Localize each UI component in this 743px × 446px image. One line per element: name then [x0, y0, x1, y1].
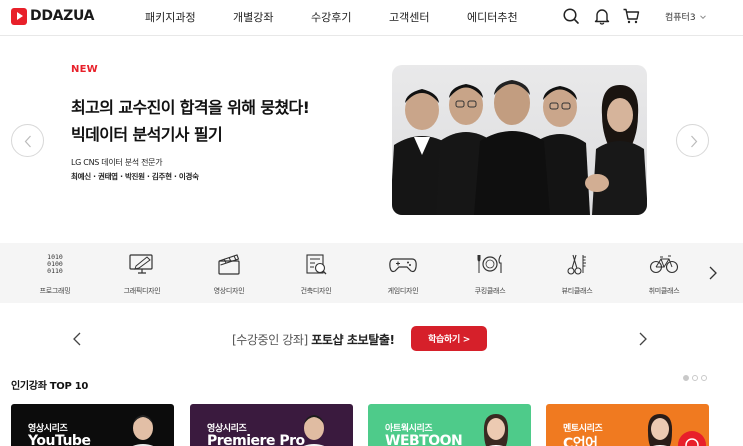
category-label: 취미클래스	[648, 287, 680, 295]
card-title: Premiere Pro	[207, 433, 305, 446]
category-label: 게임디자인	[387, 287, 419, 295]
course-card[interactable]: 영상시리즈 Premiere Pro	[190, 404, 353, 446]
promo-course: 포토샵 초보탈출!	[311, 333, 395, 347]
bell-icon[interactable]	[593, 7, 611, 25]
course-card[interactable]: 아트웍시리즈 WEBTOON	[368, 404, 531, 446]
brand-logo[interactable]: DDAZUA	[11, 7, 95, 25]
course-card[interactable]: 영상시리즈 YouTube	[11, 404, 174, 446]
instructor-thumbnail	[647, 414, 673, 446]
gamepad-icon	[389, 258, 417, 273]
hero-next-button[interactable]	[676, 124, 709, 157]
nav-packages[interactable]: 패키지과정	[145, 9, 196, 25]
category-graphic-design[interactable]: 그래픽디자인	[107, 251, 177, 296]
category-hobby[interactable]: 취미클래스	[629, 251, 699, 296]
category-game-design[interactable]: 게임디자인	[368, 251, 438, 296]
category-label: 뷰티클래스	[561, 287, 593, 295]
chevron-right-icon	[691, 135, 698, 148]
category-label: 건축디자인	[300, 287, 332, 295]
card-title: WEBTOON	[385, 433, 463, 446]
nav-editor-picks[interactable]: 에디터추천	[467, 9, 518, 25]
nav-reviews[interactable]: 수강후기	[311, 9, 351, 25]
instructors-photo	[392, 65, 647, 215]
carousel-dot[interactable]	[683, 375, 689, 381]
chevron-left-icon[interactable]	[71, 331, 83, 347]
category-programming[interactable]: 1010 0100 0110 프로그래밍	[20, 251, 90, 296]
hero-banner[interactable]: NEW 최고의 교수진이 합격을 위해 뭉쳤다! 빅데이터 분석기사 필기 LG…	[0, 37, 743, 242]
category-label: 그래픽디자인	[123, 287, 161, 295]
dish-icon	[477, 254, 502, 273]
binary-icon: 1010 0100 0110	[47, 253, 63, 275]
scissors-icon	[567, 254, 586, 275]
carousel-dots	[683, 375, 707, 381]
category-beauty[interactable]: 뷰티클래스	[542, 251, 612, 296]
instructor-thumbnail	[483, 414, 509, 446]
carousel-dot[interactable]	[701, 375, 707, 381]
user-menu[interactable]: 컴퓨터3	[665, 10, 707, 23]
nav-support[interactable]: 고객센터	[389, 9, 429, 25]
monitor-pen-icon	[129, 254, 153, 274]
chevron-right-icon[interactable]	[637, 331, 649, 347]
top-header: DDAZUA 패키지과정 개별강좌 수강후기 고객센터 에디터추천 컴퓨터3	[0, 0, 743, 36]
bicycle-icon	[649, 255, 679, 274]
chevron-down-icon	[699, 14, 706, 19]
category-architecture-design[interactable]: 건축디자인	[281, 251, 351, 296]
play-logo-icon	[11, 7, 27, 25]
promo-message: [수강중인 강좌] 포토샵 초보탈출!	[232, 331, 395, 348]
category-video-design[interactable]: 영상디자인	[194, 251, 264, 296]
new-badge: NEW	[71, 64, 98, 75]
hero-title-line1: 최고의 교수진이 합격을 위해 뭉쳤다!	[71, 98, 310, 117]
course-card[interactable]: 멘토시리즈 C언어	[546, 404, 709, 446]
card-title: YouTube	[28, 433, 91, 446]
start-learning-button[interactable]: 학습하기 >	[411, 326, 487, 351]
user-name: 컴퓨터3	[665, 13, 696, 23]
clapperboard-icon	[218, 254, 240, 275]
category-label: 영상디자인	[213, 287, 245, 295]
promo-prefix: [수강중인 강좌]	[232, 333, 308, 347]
instructor-thumbnail	[132, 415, 154, 446]
blueprint-icon	[306, 254, 327, 275]
category-strip: 1010 0100 0110 프로그래밍 그래픽디자인 영상디자인 건축디자인	[0, 243, 743, 303]
chat-bubble-icon[interactable]	[677, 430, 707, 446]
hero-subtitle: LG CNS 데이터 분석 전문가	[71, 158, 163, 167]
cart-icon[interactable]	[622, 7, 640, 25]
category-label: 쿠킹클래스	[474, 287, 506, 295]
chevron-right-icon[interactable]	[706, 265, 720, 281]
section-title: 인기강좌 TOP 10	[11, 381, 89, 392]
chevron-left-icon	[24, 135, 31, 148]
brand-name: DDAZUA	[30, 8, 95, 24]
instructor-thumbnail	[303, 415, 325, 446]
hero-instructors: 최예신 · 권태엽 · 박진원 · 김주현 · 이경숙	[71, 172, 199, 181]
category-label: 프로그래밍	[39, 287, 71, 295]
hero-title-line2: 빅데이터 분석기사 필기	[71, 125, 223, 144]
svg-text:0110: 0110	[47, 267, 63, 275]
search-icon[interactable]	[562, 7, 580, 25]
card-title: C언어	[563, 436, 598, 446]
category-cooking[interactable]: 쿠킹클래스	[455, 251, 525, 296]
hero-prev-button[interactable]	[11, 124, 44, 157]
carousel-dot[interactable]	[692, 375, 698, 381]
nav-courses[interactable]: 개별강좌	[233, 9, 273, 25]
